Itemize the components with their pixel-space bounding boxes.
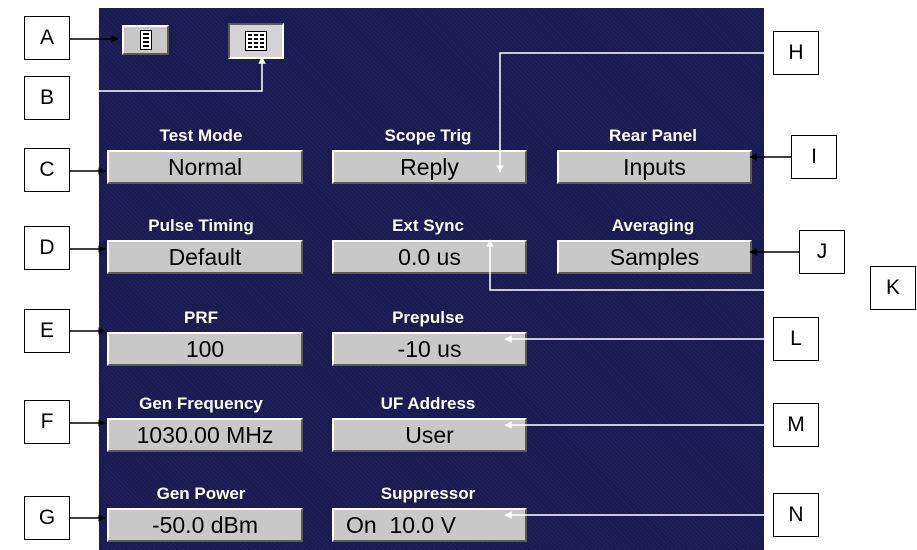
- callout-j: J: [799, 230, 845, 274]
- callout-k: K: [870, 266, 916, 310]
- callout-h: H: [773, 31, 819, 75]
- callout-d: D: [24, 226, 70, 270]
- callout-g: G: [24, 496, 70, 540]
- callout-b: B: [24, 76, 70, 120]
- callout-e: E: [24, 309, 70, 353]
- callout-f: F: [24, 400, 70, 444]
- callout-n: N: [773, 493, 819, 537]
- callout-c: C: [24, 148, 70, 192]
- callout-i: I: [791, 135, 837, 179]
- callout-m: M: [773, 403, 819, 447]
- callout-connectors: [70, 35, 870, 522]
- callout-l: L: [773, 317, 819, 361]
- callout-a: A: [24, 16, 70, 60]
